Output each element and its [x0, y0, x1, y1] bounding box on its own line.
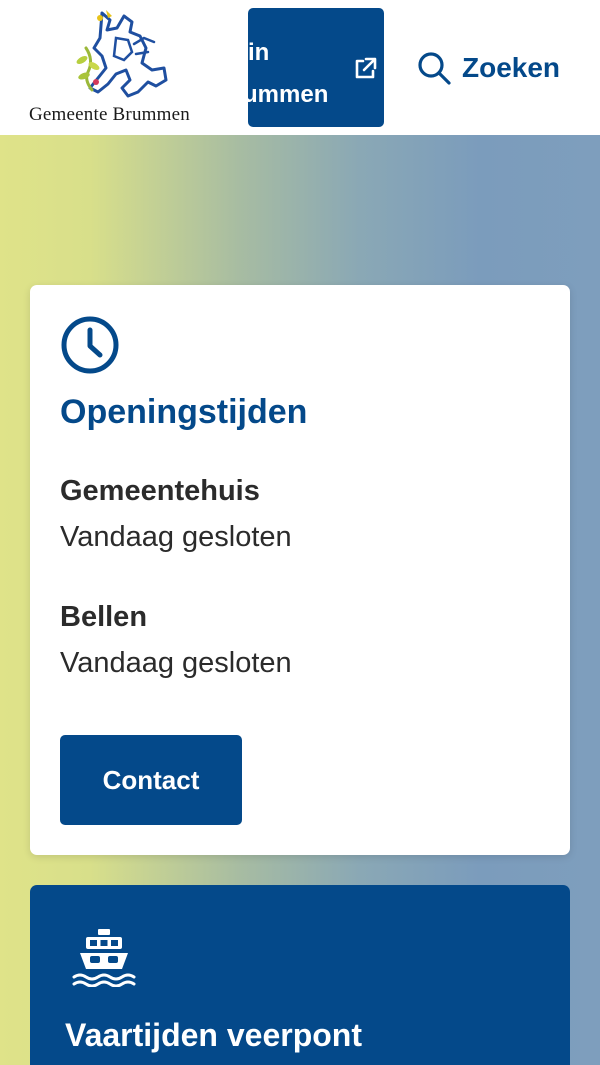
hours-label-gemeentehuis: Gemeentehuis: [60, 475, 260, 507]
external-link-label-line2: ummen: [248, 81, 329, 108]
hours-label-bellen: Bellen: [60, 601, 148, 633]
search-icon: [418, 52, 451, 85]
opening-hours-title: Openingstijden: [60, 393, 308, 431]
clock-icon: [61, 316, 119, 374]
logo-link[interactable]: Gemeente Brummen: [0, 0, 248, 135]
external-link-icon: [355, 57, 377, 79]
ferry-icon: [72, 929, 136, 987]
external-link-label-line1: in: [248, 39, 270, 66]
lion-crest-logo: [76, 10, 168, 98]
logo-text: Gemeente Brummen: [29, 104, 190, 125]
ferry-title: Vaartijden veerpont: [65, 1017, 362, 1053]
search-button[interactable]: Zoeken: [416, 48, 560, 88]
hours-value-bellen: Vandaag gesloten: [60, 647, 292, 679]
contact-button[interactable]: Contact: [60, 735, 242, 825]
search-label: Zoeken: [462, 52, 561, 83]
site-header: in ummen Gemeente Brummen Zoeken: [0, 0, 600, 135]
ferry-card[interactable]: Vaartijden veerpont: [30, 885, 570, 1065]
hours-value-gemeentehuis: Vandaag gesloten: [60, 521, 292, 553]
external-link-button[interactable]: in ummen: [248, 8, 384, 127]
opening-hours-card: Openingstijden Gemeentehuis Vandaag gesl…: [30, 285, 570, 855]
